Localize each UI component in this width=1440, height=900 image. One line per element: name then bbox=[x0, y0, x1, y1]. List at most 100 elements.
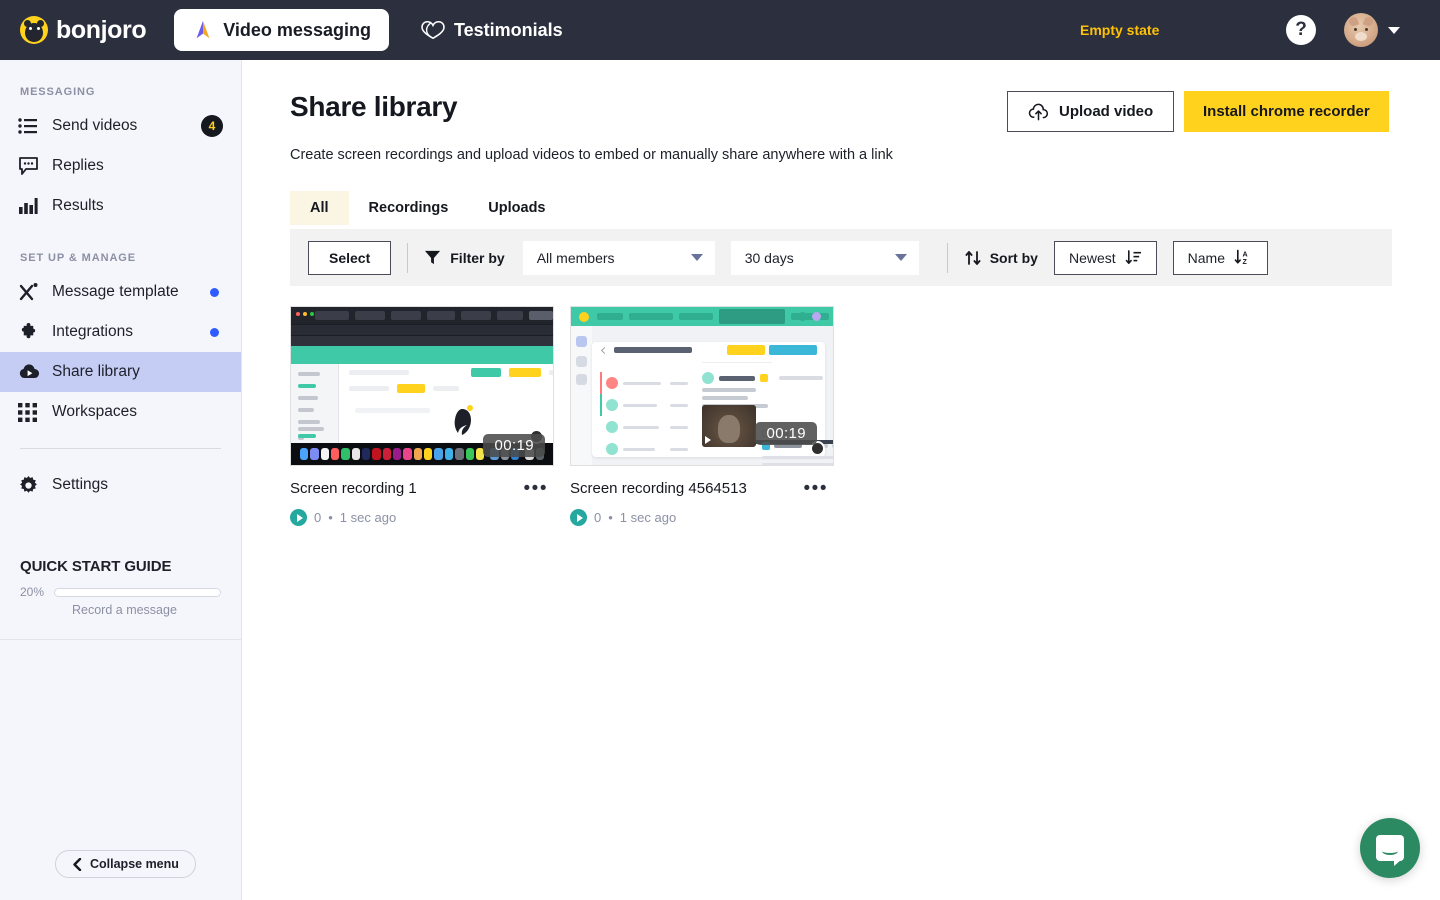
sort-name-button[interactable]: Name A Z bbox=[1172, 240, 1268, 275]
quick-start-progress-bar bbox=[54, 587, 221, 597]
tab-recordings[interactable]: Recordings bbox=[349, 191, 469, 225]
intercom-chat-icon[interactable] bbox=[1360, 818, 1420, 878]
duration-badge: 00:19 bbox=[755, 422, 817, 445]
more-horizontal-icon[interactable]: ••• bbox=[804, 479, 828, 498]
sidebar-item-label: Integrations bbox=[52, 323, 133, 340]
app-root: bonjoro Video messaging Testimonials Emp… bbox=[0, 0, 1440, 900]
toolbar-divider-1 bbox=[407, 242, 409, 273]
toolbar-divider-2 bbox=[946, 242, 948, 273]
sidebar: MESSAGING Send videos 4 Replies Results … bbox=[0, 60, 242, 900]
chevron-down-icon bbox=[690, 254, 703, 261]
top-navigation-bar: bonjoro Video messaging Testimonials Emp… bbox=[0, 0, 1440, 60]
gear-icon bbox=[18, 475, 44, 496]
video-card-title[interactable]: Screen recording 4564513 bbox=[570, 480, 747, 497]
sidebar-item-label: Workspaces bbox=[52, 403, 137, 420]
sidebar-item-replies[interactable]: Replies bbox=[0, 146, 241, 186]
days-select-value: 30 days bbox=[744, 249, 794, 266]
install-chrome-recorder-label: Install chrome recorder bbox=[1203, 103, 1370, 120]
video-card[interactable]: 00:19 Screen recording 4564513 ••• 0 • 1… bbox=[570, 306, 834, 526]
days-select[interactable]: 30 days bbox=[730, 240, 919, 275]
upload-video-button[interactable]: Upload video bbox=[1007, 91, 1175, 132]
meta-separator: • bbox=[608, 510, 613, 525]
avatar[interactable] bbox=[1344, 13, 1378, 47]
help-icon[interactable]: ? bbox=[1286, 15, 1316, 45]
empty-state-link[interactable]: Empty state bbox=[1080, 22, 1159, 38]
wand-icon bbox=[18, 282, 44, 302]
sidebar-item-results[interactable]: Results bbox=[0, 186, 241, 226]
sidebar-item-label: Send videos bbox=[52, 117, 138, 134]
user-menu[interactable] bbox=[1344, 13, 1400, 47]
brand-name: bonjoro bbox=[56, 15, 147, 44]
chevron-left-icon bbox=[72, 857, 82, 871]
page-title: Share library bbox=[290, 91, 458, 122]
sidebar-item-workspaces[interactable]: Workspaces bbox=[0, 392, 241, 432]
video-card[interactable]: 00:19 Screen recording 1 ••• 0 • 1 sec a… bbox=[290, 306, 554, 526]
sidebar-divider bbox=[20, 448, 221, 449]
chat-bubble-shape bbox=[1376, 835, 1404, 866]
tab-uploads[interactable]: Uploads bbox=[468, 191, 565, 225]
time-ago: 1 sec ago bbox=[339, 510, 397, 525]
message-template-notification-dot bbox=[210, 287, 219, 297]
bonjoro-bear-icon bbox=[20, 16, 48, 44]
brand-logo-area[interactable]: bonjoro bbox=[20, 15, 147, 45]
time-ago: 1 sec ago bbox=[619, 510, 677, 525]
play-icon bbox=[290, 509, 307, 526]
chat-bubble-icon bbox=[18, 156, 44, 176]
sort-arrows-icon bbox=[964, 249, 982, 267]
upload-video-label: Upload video bbox=[1059, 103, 1154, 120]
sidebar-item-label: Share library bbox=[52, 363, 140, 380]
bar-chart-icon bbox=[18, 197, 44, 215]
cloud-upload-icon bbox=[1028, 103, 1049, 121]
sidebar-item-message-template[interactable]: Message template bbox=[0, 272, 241, 312]
quick-start-percent: 20% bbox=[20, 585, 45, 599]
sidebar-item-label: Message template bbox=[52, 283, 179, 300]
video-card-meta: 0 • 1 sec ago bbox=[570, 509, 834, 526]
video-card-meta: 0 • 1 sec ago bbox=[290, 509, 554, 526]
sidebar-item-label: Replies bbox=[52, 157, 104, 174]
sidebar-item-send-videos[interactable]: Send videos 4 bbox=[0, 106, 241, 146]
sort-newest-button[interactable]: Newest bbox=[1053, 240, 1157, 275]
select-button[interactable]: Select bbox=[308, 240, 392, 275]
video-card-title[interactable]: Screen recording 1 bbox=[290, 480, 417, 497]
sidebar-section-setup-title: SET UP & MANAGE bbox=[20, 252, 136, 264]
sidebar-item-integrations[interactable]: Integrations bbox=[0, 312, 241, 352]
more-horizontal-icon[interactable]: ••• bbox=[524, 479, 548, 498]
quick-start-title: QUICK START GUIDE bbox=[20, 558, 172, 575]
members-select[interactable]: All members bbox=[522, 240, 715, 275]
heart-ribbon-icon bbox=[421, 19, 445, 41]
chevron-down-icon[interactable] bbox=[1388, 26, 1400, 34]
quick-start-next-step: Record a message bbox=[72, 603, 177, 617]
sort-az-icon: A Z bbox=[1234, 249, 1253, 266]
install-chrome-recorder-button[interactable]: Install chrome recorder bbox=[1184, 91, 1389, 132]
filter-by-label: Filter by bbox=[450, 249, 505, 266]
quick-start-guide: QUICK START GUIDE 20% Record a message bbox=[0, 558, 241, 640]
members-select-value: All members bbox=[536, 249, 615, 266]
funnel-icon bbox=[424, 249, 441, 266]
tab-all[interactable]: All bbox=[290, 191, 349, 225]
integrations-notification-dot bbox=[210, 327, 219, 337]
nav-tab-video-messaging[interactable]: Video messaging bbox=[174, 9, 389, 51]
sidebar-item-label: Results bbox=[52, 197, 104, 214]
video-thumbnail[interactable]: 00:19 bbox=[570, 306, 834, 466]
play-count: 0 bbox=[314, 510, 322, 525]
nav-tab-label: Testimonials bbox=[453, 19, 563, 40]
sidebar-item-settings[interactable]: Settings bbox=[0, 465, 241, 505]
filter-toolbar: Select Filter by All members 30 days Sor… bbox=[290, 229, 1392, 286]
cloud-play-icon bbox=[18, 363, 44, 381]
sort-by-label: Sort by bbox=[989, 249, 1038, 266]
chevron-down-icon bbox=[894, 254, 907, 261]
video-card-grid: 00:19 Screen recording 1 ••• 0 • 1 sec a… bbox=[290, 306, 834, 526]
page-subtitle: Create screen recordings and upload vide… bbox=[290, 147, 893, 163]
sort-newest-value: Newest bbox=[1068, 249, 1116, 266]
sidebar-item-share-library[interactable]: Share library bbox=[0, 352, 241, 392]
main-content: Share library Create screen recordings a… bbox=[242, 60, 1440, 900]
video-thumbnail[interactable]: 00:19 bbox=[290, 306, 554, 466]
duration-badge: 00:19 bbox=[483, 434, 545, 457]
meta-separator: • bbox=[328, 510, 333, 525]
collapse-menu-button[interactable]: Collapse menu bbox=[55, 850, 196, 878]
sidebar-section-messaging-title: MESSAGING bbox=[20, 86, 96, 98]
nav-tab-testimonials[interactable]: Testimonials bbox=[403, 9, 581, 51]
sort-descending-icon bbox=[1125, 249, 1142, 266]
library-tabs: All Recordings Uploads bbox=[290, 191, 566, 225]
puzzle-icon bbox=[18, 322, 44, 342]
